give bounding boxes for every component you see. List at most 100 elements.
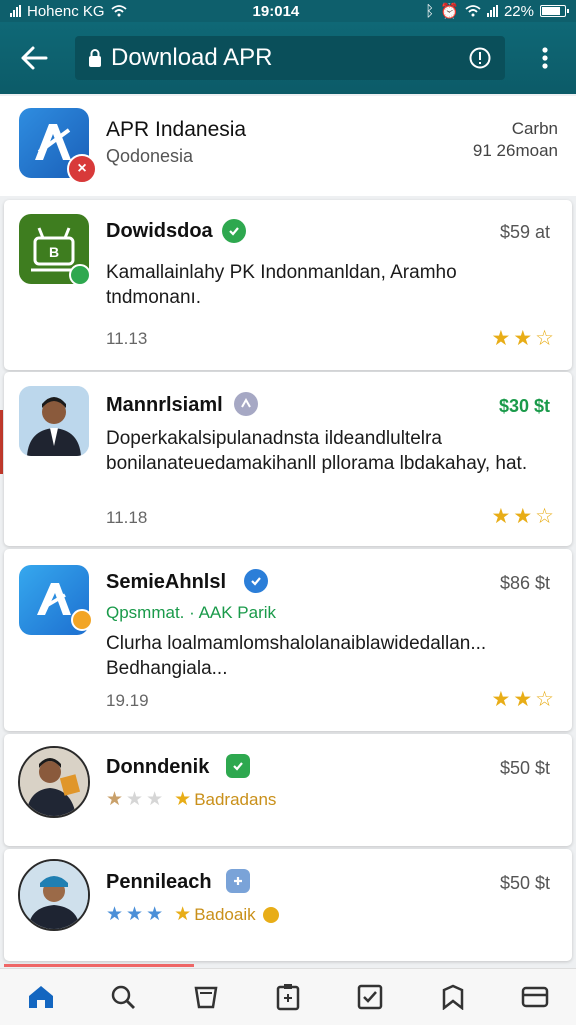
verified-badge-icon <box>69 264 91 286</box>
app-title: Pennileach <box>106 871 212 893</box>
verified-check-icon <box>222 219 246 243</box>
search-bar[interactable] <box>75 36 505 80</box>
app-title: SemieAhnlsl <box>106 571 227 593</box>
info-button[interactable] <box>467 45 493 71</box>
app-price: $86 $t <box>499 573 550 593</box>
wifi-icon-right <box>465 5 481 17</box>
bookmark-icon <box>442 984 463 1010</box>
bottom-navigation <box>0 968 576 1025</box>
battery-icon <box>540 5 569 17</box>
star-filled-icon: ★ <box>513 327 533 350</box>
bluetooth-icon: ᛒ <box>425 2 435 20</box>
star-outline-icon: ☆ <box>535 688 554 711</box>
star-filled-icon: ★ <box>491 688 511 711</box>
more-vert-icon <box>542 47 548 69</box>
svg-text:B: B <box>49 244 59 260</box>
app-meta: 11.18 <box>106 508 148 527</box>
rating-stars: ★ ★ ☆ <box>492 328 554 349</box>
app-card[interactable]: Pennileach $50 $t ★ ★ ★ ★ Badoaik <box>4 849 572 961</box>
nav-clipboard-button[interactable] <box>268 977 308 1017</box>
scroll-edge-indicator <box>0 410 3 474</box>
meta-line-1: Carbn <box>511 119 558 138</box>
back-button[interactable] <box>16 40 52 76</box>
app-card[interactable]: B Dowidsdoa $59 at Kamallainlahy PK Indo… <box>4 200 572 370</box>
nav-cart-button[interactable] <box>186 977 226 1017</box>
app-icon: B <box>19 214 91 286</box>
add-badge-icon <box>226 869 250 893</box>
search-icon <box>112 985 136 1009</box>
nav-wallet-button[interactable] <box>515 977 555 1017</box>
search-input[interactable] <box>111 44 459 72</box>
rating-label: Badradans <box>194 789 277 809</box>
rating-row: ★ ★ ★ ★ Badradans <box>106 788 276 811</box>
wifi-icon <box>110 5 127 17</box>
app-tagline: Qpsmmat. · AAK Parik <box>106 603 277 622</box>
app-card[interactable]: Mannrlsiaml $30 $t Doperkakalsipulanadns… <box>4 372 572 546</box>
app-icon <box>19 565 93 635</box>
clock: 19:014 <box>252 2 300 20</box>
cart-icon <box>194 986 218 1009</box>
star-filled-icon: ★ <box>491 505 511 528</box>
app-card[interactable]: Donndenik $50 $t ★ ★ ★ ★ Badradans <box>4 734 572 846</box>
star-filled-icon: ★ <box>146 904 164 925</box>
app-title: Donndenik <box>106 756 210 778</box>
featured-app-title: APR Indanesia <box>106 118 247 141</box>
featured-app-row[interactable]: × APR Indanesia Qodonesia Carbn 91 26moa… <box>0 96 576 196</box>
arrow-left-icon <box>21 46 48 70</box>
star-filled-icon: ★ <box>106 904 124 925</box>
home-icon <box>29 986 54 1008</box>
nav-bookmark-button[interactable] <box>433 977 473 1017</box>
star-filled-icon: ★ <box>174 904 192 925</box>
app-price: $30 $t <box>498 396 550 416</box>
carrier-name: Hohenc KG <box>27 2 105 20</box>
featured-app-meta: Carbn 91 26moan <box>473 118 558 162</box>
app-description: Doperkakalsipulanadnsta ildeandlultelra … <box>106 428 528 474</box>
alarm-icon: ⏰ <box>440 3 459 20</box>
star-empty-icon: ★ <box>126 789 144 810</box>
star-filled-icon: ★ <box>106 789 124 810</box>
signal-icon-right <box>486 5 498 17</box>
app-price: $50 $t <box>499 873 550 893</box>
star-filled-icon: ★ <box>126 904 144 925</box>
medal-icon <box>262 906 279 923</box>
rating-row: ★ ★ ★ ★ Badoaik <box>106 903 279 926</box>
signal-icon <box>10 5 21 17</box>
rating-stars: ★ ★ ☆ <box>492 689 554 710</box>
app-price: $59 at <box>499 222 550 242</box>
app-price: $50 $t <box>499 758 550 778</box>
verified-seal-icon <box>244 569 268 593</box>
info-icon <box>469 47 491 69</box>
rating-label: Badoaik <box>194 904 256 924</box>
star-empty-icon: ★ <box>146 789 164 810</box>
clipboard-icon <box>276 984 300 1011</box>
partner-badge-icon <box>234 392 258 416</box>
error-badge-icon: × <box>67 154 97 184</box>
nav-search-button[interactable] <box>103 977 143 1017</box>
star-filled-icon: ★ <box>513 505 533 528</box>
meta-line-2: 91 26moan <box>472 141 558 160</box>
coin-badge-icon <box>71 609 93 631</box>
battery-percent: 22% <box>503 2 534 20</box>
app-description: Kamallainlahy PK Indonmanldan, Aramho tn… <box>106 262 457 308</box>
status-bar: Hohenc KG 19:014 ᛒ ⏰ 22% <box>0 0 576 22</box>
app-meta: 19.19 <box>106 691 149 710</box>
app-title: Dowidsdoa <box>106 220 213 242</box>
verified-check-icon <box>226 754 250 778</box>
person-avatar-icon <box>18 746 90 818</box>
featured-app-subtitle: Qodonesia <box>106 146 194 166</box>
app-meta: 11.13 <box>106 329 148 348</box>
app-description: Clurha loalmamlomshalolanaiblawidedallan… <box>106 633 487 679</box>
more-options-button[interactable] <box>530 40 560 76</box>
star-outline-icon: ☆ <box>535 327 554 350</box>
lock-icon <box>89 49 101 67</box>
wallet-icon <box>521 986 549 1008</box>
app-card[interactable]: SemieAhnlsl $86 $t Qpsmmat. · AAK Parik … <box>4 549 572 731</box>
checkbox-icon <box>358 984 383 1010</box>
app-logo-icon: × <box>19 108 97 184</box>
rating-stars: ★ ★ ☆ <box>492 506 554 527</box>
star-filled-icon: ★ <box>491 327 511 350</box>
person-avatar-icon <box>18 859 90 931</box>
nav-home-button[interactable] <box>21 977 61 1017</box>
person-avatar-icon <box>19 386 89 456</box>
nav-tasks-button[interactable] <box>350 977 390 1017</box>
